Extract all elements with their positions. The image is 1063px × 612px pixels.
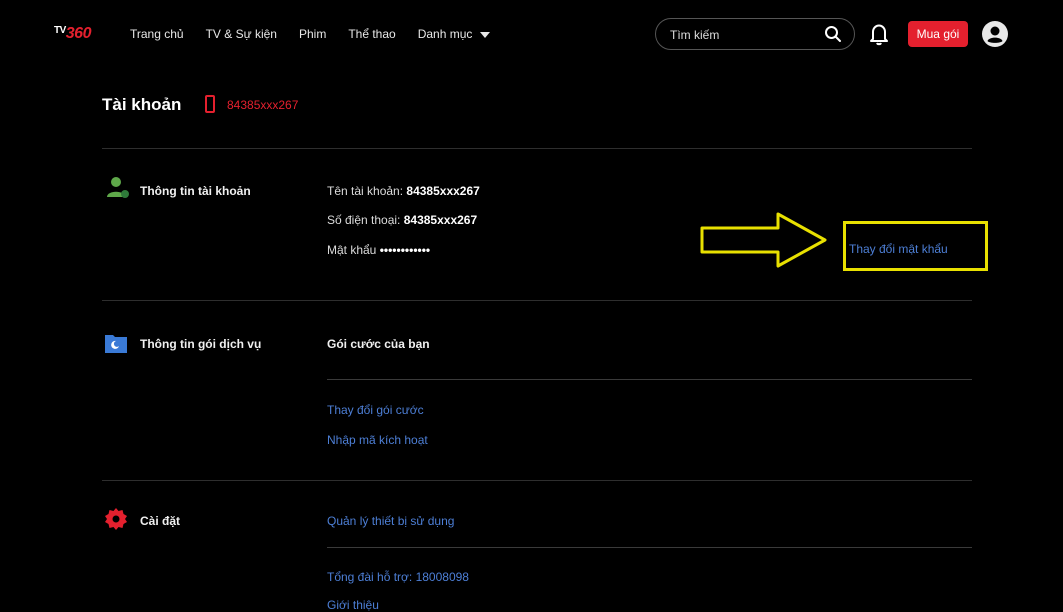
nav-sports[interactable]: Thể thao <box>348 27 395 41</box>
main-nav: Trang chủ TV & Sự kiện Phim Thể thao Dan… <box>130 27 491 41</box>
service-info-label: Thông tin gói dịch vụ <box>140 337 262 351</box>
username-label: Tên tài khoản: <box>327 184 404 198</box>
your-plan-heading: Gói cước của bạn <box>327 337 430 351</box>
about-link[interactable]: Giới thiệu <box>327 598 379 612</box>
username-value: 84385xxx267 <box>406 184 480 198</box>
settings-label: Cài đặt <box>140 514 181 528</box>
arrow-right-icon <box>700 212 827 268</box>
username-row: Tên tài khoản: 84385xxx267 <box>327 184 480 198</box>
gear-icon <box>105 508 127 530</box>
nav-movies[interactable]: Phim <box>299 27 326 41</box>
account-info-label: Thông tin tài khoản <box>140 184 251 198</box>
activation-code-link[interactable]: Nhập mã kích hoạt <box>327 433 428 447</box>
password-value: •••••••••••• <box>379 243 431 257</box>
phone-label: Số điện thoại: <box>327 213 401 227</box>
logo-tv-text: TV <box>54 25 66 36</box>
search-input[interactable] <box>668 25 822 45</box>
phone-row: Số điện thoại: 84385xxx267 <box>327 213 477 227</box>
search-icon[interactable] <box>824 25 842 43</box>
nav-tv-events[interactable]: TV & Sự kiện <box>206 27 277 41</box>
nav-categories-label: Danh mục <box>417 27 473 41</box>
nav-home[interactable]: Trang chủ <box>130 27 184 41</box>
buy-package-button[interactable]: Mua gói <box>908 21 968 47</box>
divider <box>102 300 972 301</box>
folder-icon <box>105 335 127 353</box>
nav-categories[interactable]: Danh mục <box>418 27 491 41</box>
bell-icon[interactable] <box>868 22 890 46</box>
change-password-link[interactable]: Thay đổi mật khẩu <box>849 242 948 256</box>
divider <box>102 480 972 481</box>
manage-devices-link[interactable]: Quản lý thiết bị sử dụng <box>327 514 454 528</box>
hotline-link[interactable]: Tổng đài hỗ trợ: 18008098 <box>327 570 469 584</box>
logo-num-text: 360 <box>65 25 92 42</box>
tv360-logo[interactable]: TV360 <box>54 25 91 43</box>
divider <box>327 547 972 548</box>
change-plan-link[interactable]: Thay đổi gói cước <box>327 403 424 417</box>
password-row: Mật khẩu •••••••••••• <box>327 243 430 257</box>
divider <box>102 148 972 149</box>
page-title: Tài khoản <box>102 95 182 114</box>
user-avatar-icon[interactable] <box>982 21 1008 47</box>
divider <box>327 379 972 380</box>
caret-down-icon <box>480 31 491 38</box>
password-label: Mật khẩu <box>327 243 377 257</box>
search-box[interactable] <box>655 18 855 50</box>
phone-icon <box>205 95 215 113</box>
account-phone: 84385xxx267 <box>227 98 299 112</box>
phone-value: 84385xxx267 <box>403 213 478 227</box>
top-header: TV360 Trang chủ TV & Sự kiện Phim Thể th… <box>0 0 1063 70</box>
user-settings-icon <box>107 177 129 198</box>
